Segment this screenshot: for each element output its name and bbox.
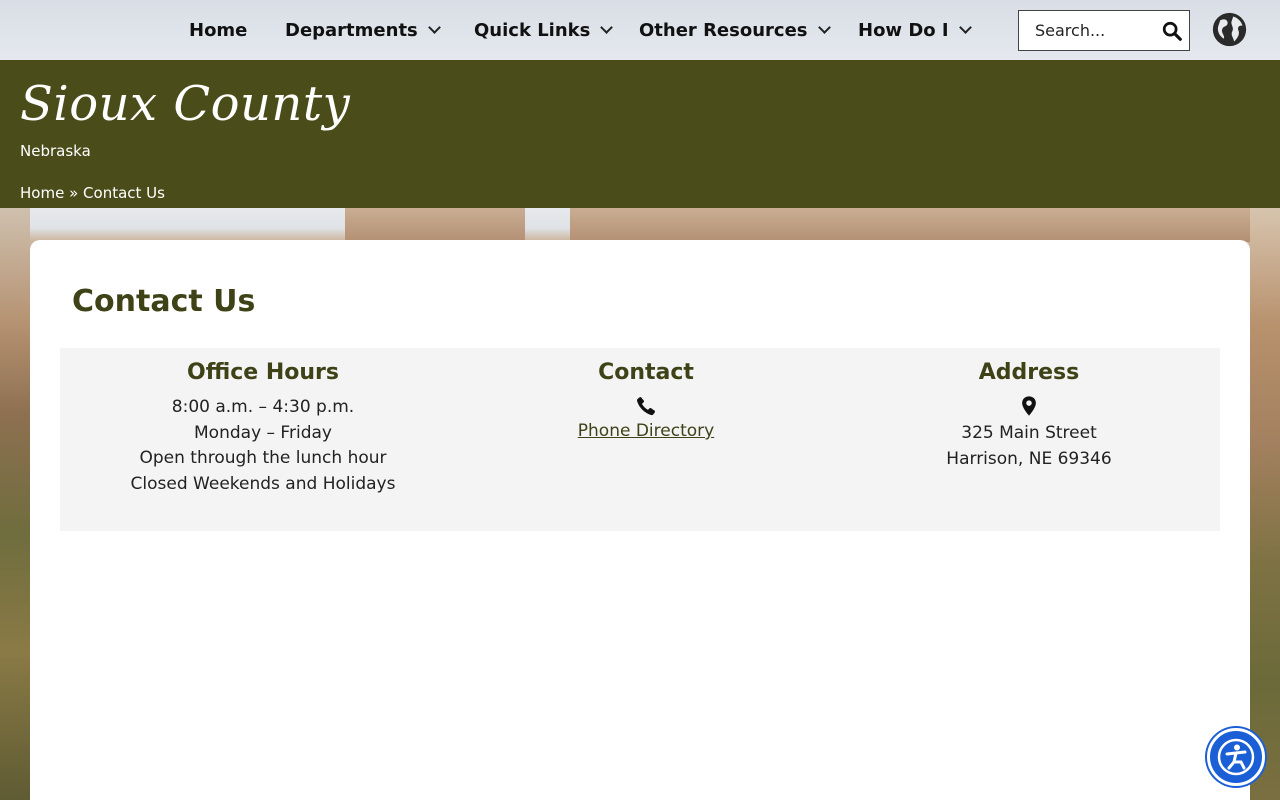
search-box — [1018, 10, 1190, 51]
office-hours-heading: Office Hours — [187, 360, 339, 385]
address-line: 325 Main Street — [961, 423, 1097, 443]
nav-how-do-i-label: How Do I — [858, 19, 949, 41]
chevron-down-icon — [958, 21, 972, 34]
phone-icon — [636, 397, 656, 416]
office-hours-column: Office Hours 8:00 a.m. – 4:30 p.m. Monda… — [70, 360, 456, 497]
site-header: Sioux County Nebraska Home » Contact Us — [0, 60, 1280, 208]
contact-info-panel: Office Hours 8:00 a.m. – 4:30 p.m. Monda… — [60, 348, 1220, 531]
nav-other-resources-label: Other Resources — [639, 19, 808, 41]
office-hours-line: Monday – Friday — [194, 422, 332, 443]
background-left-edge — [0, 208, 30, 800]
nav-departments[interactable]: Departments — [285, 0, 441, 60]
contact-column: Contact Phone Directory — [453, 360, 839, 441]
nav-how-do-i[interactable]: How Do I — [858, 0, 972, 60]
nav-departments-label: Departments — [285, 19, 418, 41]
content-card: Contact Us Office Hours 8:00 a.m. – 4:30… — [30, 240, 1250, 800]
address-line: Harrison, NE 69346 — [946, 448, 1112, 469]
top-navigation: Home Departments Quick Links Other Resou… — [0, 0, 1280, 60]
phone-directory-link[interactable]: Phone Directory — [578, 421, 714, 441]
office-hours-line: Open through the lunch hour — [139, 448, 387, 468]
breadcrumb-current: Contact Us — [83, 184, 165, 202]
nav-quick-links[interactable]: Quick Links — [474, 0, 614, 60]
nav-home[interactable]: Home — [189, 0, 247, 60]
globe-icon[interactable] — [1211, 11, 1248, 48]
site-subtitle: Nebraska — [20, 142, 91, 160]
address-heading: Address — [978, 360, 1080, 385]
nav-other-resources[interactable]: Other Resources — [639, 0, 831, 60]
map-pin-icon — [1022, 396, 1036, 416]
contact-heading: Contact — [598, 360, 694, 385]
search-icon[interactable] — [1161, 20, 1183, 42]
background-ridge — [345, 208, 525, 242]
site-title[interactable]: Sioux County — [20, 76, 350, 132]
nav-quick-links-label: Quick Links — [474, 19, 591, 41]
background-right-edge — [1250, 208, 1280, 800]
search-input[interactable] — [1019, 11, 1149, 50]
chevron-down-icon — [817, 21, 831, 34]
background-ridge — [570, 208, 1250, 242]
office-hours-line: 8:00 a.m. – 4:30 p.m. — [171, 397, 355, 417]
breadcrumb-separator: » — [69, 184, 79, 202]
breadcrumb-home-link[interactable]: Home — [20, 184, 64, 202]
breadcrumb: Home » Contact Us — [20, 184, 165, 202]
page-title: Contact Us — [72, 284, 256, 319]
chevron-down-icon — [600, 21, 614, 34]
address-column: Address 325 Main Street Harrison, NE 693… — [836, 360, 1222, 472]
nav-home-label: Home — [189, 19, 248, 41]
accessibility-icon — [1217, 738, 1255, 776]
office-hours-line: Closed Weekends and Holidays — [130, 473, 396, 494]
accessibility-button[interactable] — [1207, 728, 1265, 786]
chevron-down-icon — [427, 21, 441, 34]
